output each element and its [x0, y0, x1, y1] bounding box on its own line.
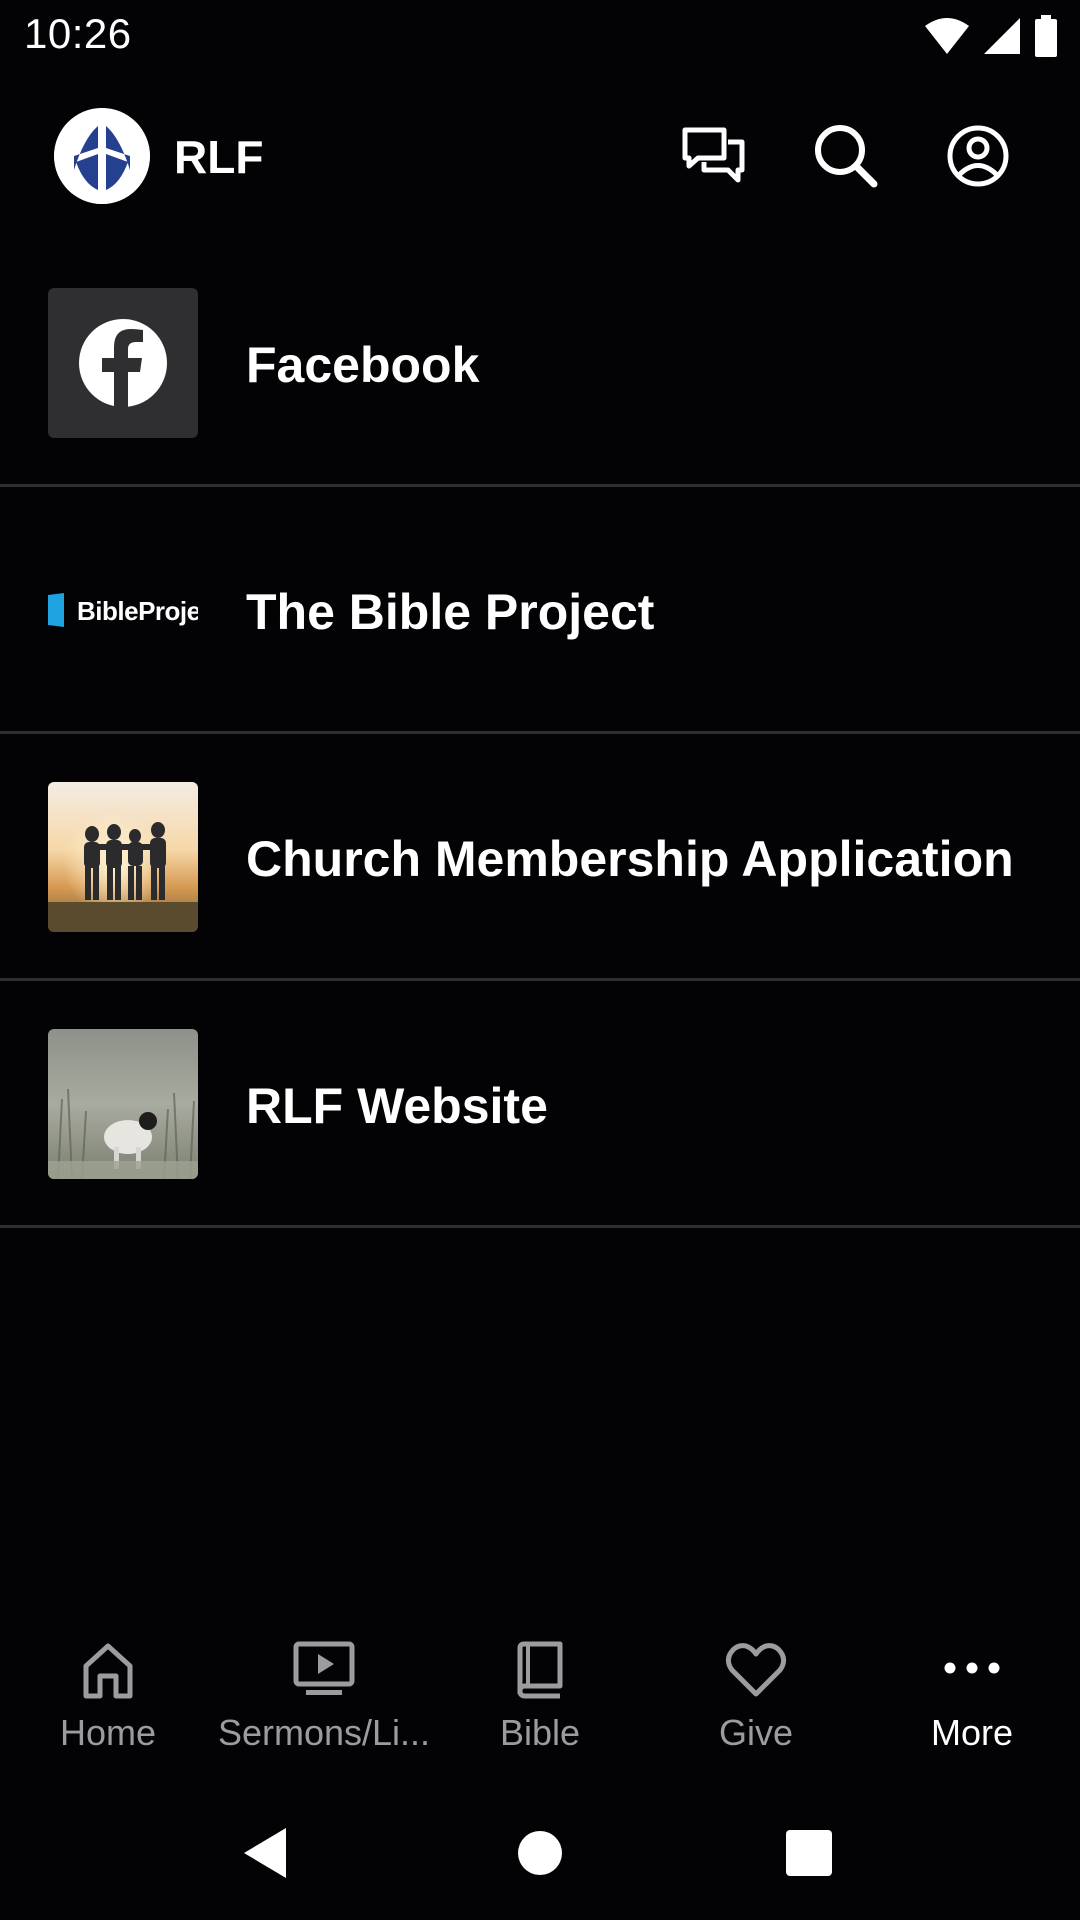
nav-label-more: More — [930, 1712, 1014, 1753]
list-item-church-membership[interactable]: Church Membership Application — [0, 734, 1080, 981]
nav-item-bible[interactable]: Bible — [432, 1620, 648, 1770]
battery-icon — [1035, 15, 1057, 57]
nav-label-sermons: Sermons/Li... — [217, 1712, 431, 1753]
account-button[interactable] — [944, 122, 1012, 190]
back-triangle-icon — [244, 1828, 286, 1878]
more-icon — [944, 1662, 1000, 1674]
list-item-rlf-website[interactable]: RLF Website — [0, 981, 1080, 1228]
app-bar: RLF — [0, 86, 1080, 226]
video-icon — [293, 1641, 355, 1695]
app-title: RLF — [174, 131, 264, 183]
home-circle-icon — [518, 1831, 562, 1875]
nav-item-home[interactable]: Home — [0, 1620, 216, 1770]
list-item-label: Facebook — [246, 337, 480, 393]
membership-thumbnail — [48, 782, 198, 932]
home-icon — [83, 1643, 133, 1699]
list-item-label: RLF Website — [246, 1078, 548, 1134]
book-icon — [517, 1641, 563, 1699]
bibleproject-logo-text: BibleProje — [77, 596, 198, 626]
system-recents-button[interactable] — [774, 1818, 844, 1888]
status-time: 10:26 — [24, 10, 132, 57]
system-back-button[interactable] — [232, 1818, 302, 1888]
nav-item-give[interactable]: Give — [648, 1620, 864, 1770]
nav-item-sermons[interactable]: Sermons/Li... — [216, 1620, 432, 1770]
facebook-thumbnail — [48, 288, 198, 438]
status-bar: 10:26 — [0, 0, 1080, 72]
account-icon — [947, 125, 1009, 187]
list-item-label: Church Membership Application — [246, 831, 1014, 887]
chat-button[interactable] — [680, 122, 748, 190]
group-photo-icon — [48, 782, 198, 932]
nav-label-give: Give — [718, 1712, 794, 1753]
nav-label-bible: Bible — [499, 1712, 581, 1753]
facebook-icon — [79, 319, 167, 408]
system-navigation-bar — [0, 1790, 1080, 1920]
nav-item-more[interactable]: More — [864, 1620, 1080, 1770]
bottom-navigation: Home Sermons/Li... Bible Give More — [0, 1620, 1080, 1770]
wifi-icon — [925, 18, 969, 54]
list-item-bible-project[interactable]: BibleProje The Bible Project — [0, 487, 1080, 734]
chat-icon — [682, 127, 745, 183]
system-home-button[interactable] — [505, 1818, 575, 1888]
bibleproject-thumbnail: BibleProje — [48, 535, 198, 685]
heart-icon — [725, 1643, 787, 1697]
lamb-photo-icon — [48, 1029, 198, 1179]
cross-logo-icon — [54, 108, 150, 204]
cellular-signal-icon — [984, 18, 1020, 54]
status-icons — [924, 14, 1058, 58]
church-logo[interactable] — [54, 108, 150, 204]
search-icon — [815, 125, 878, 188]
recents-square-icon — [786, 1830, 832, 1876]
search-button[interactable] — [812, 122, 880, 190]
list-item-label: The Bible Project — [246, 584, 655, 640]
list-item-facebook[interactable]: Facebook — [0, 240, 1080, 487]
link-list: Facebook BibleProje The Bible Project Ch… — [0, 240, 1080, 1228]
website-thumbnail — [48, 1029, 198, 1179]
nav-label-home: Home — [59, 1712, 157, 1753]
